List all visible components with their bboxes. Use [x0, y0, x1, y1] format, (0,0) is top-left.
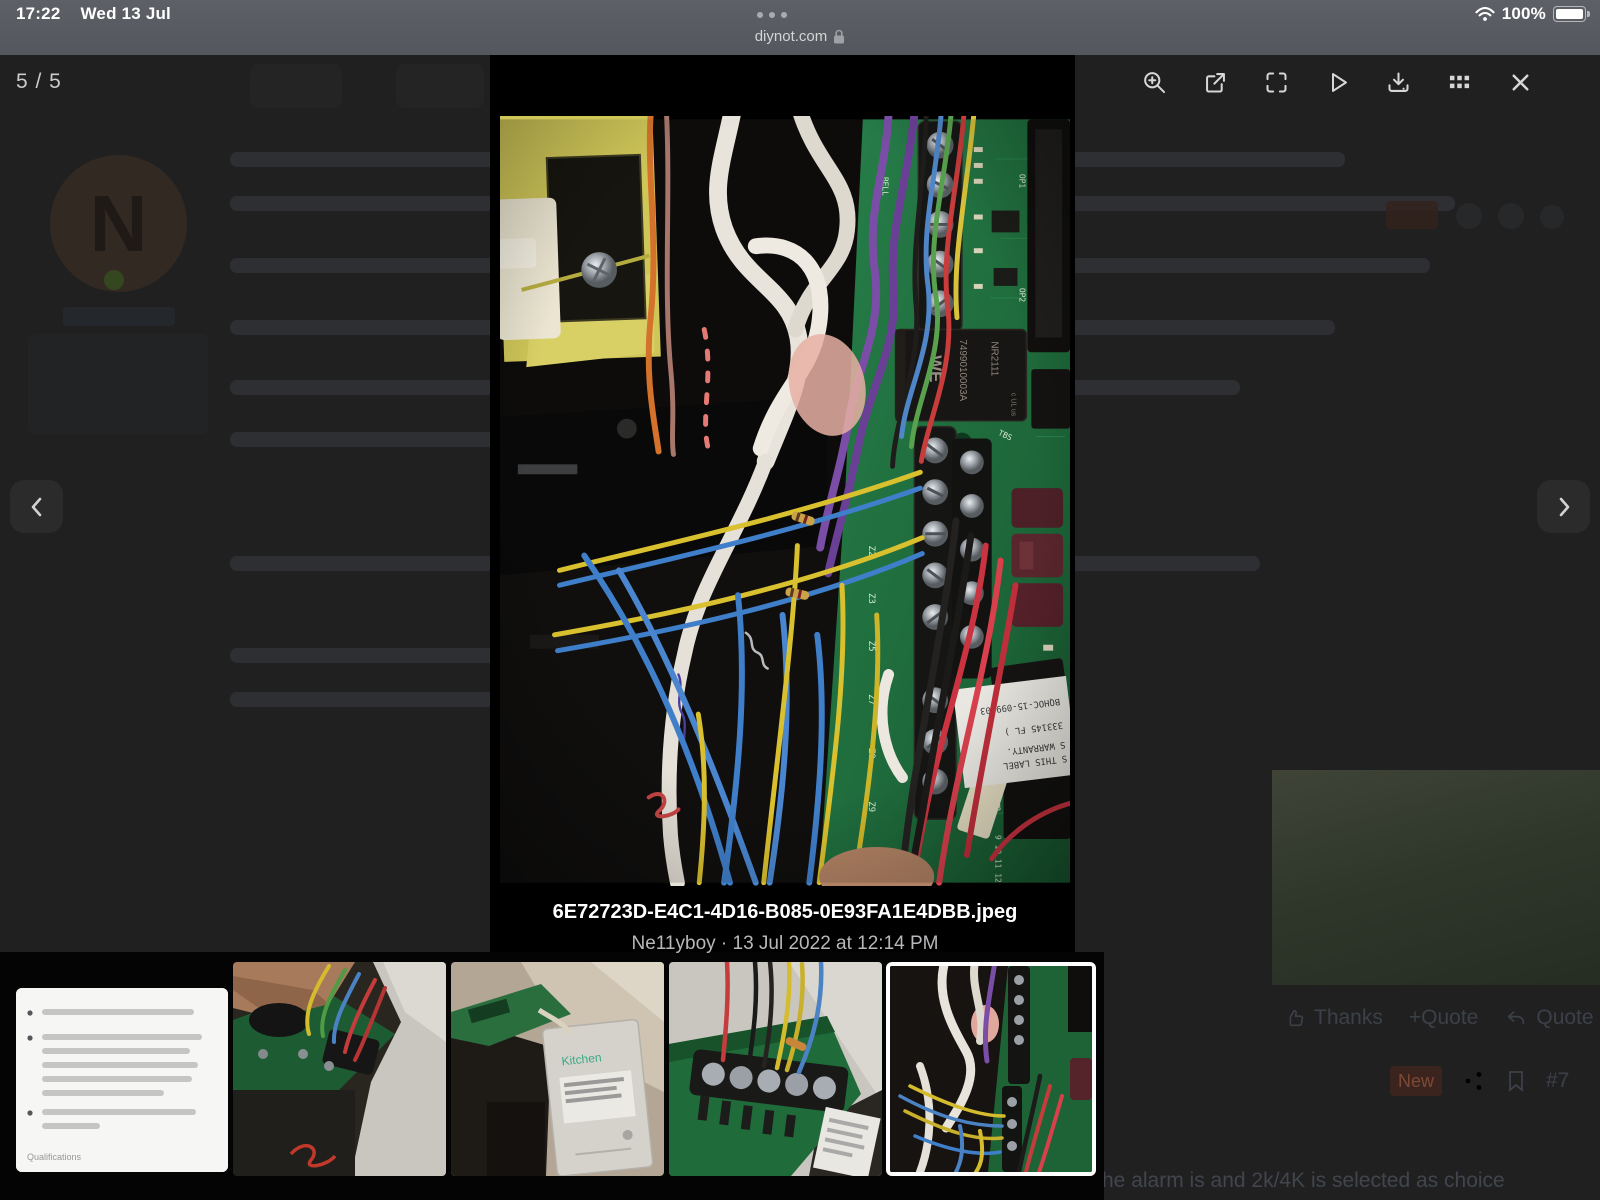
open-in-new-icon[interactable]: [1201, 68, 1229, 96]
chevron-left-icon: [19, 489, 55, 525]
attachment-thumb-dim: [1272, 770, 1600, 985]
plus-quote-button: +Quote: [1409, 1006, 1478, 1030]
avatar-letter: N: [90, 178, 148, 270]
zoom-in-icon[interactable]: [1140, 68, 1168, 96]
thanks-label: Thanks: [1314, 1006, 1383, 1030]
date: Wed 13 Jul: [80, 4, 171, 24]
image-filename: 6E72723D-E4C1-4D16-B085-0E93FA1E4DBB.jpe…: [440, 901, 1130, 924]
bg-nav-blob: [250, 64, 342, 108]
thumbnail-1-document[interactable]: Qualifications: [16, 988, 228, 1172]
new-badge-dim: [1386, 201, 1438, 229]
fullscreen-icon[interactable]: [1262, 68, 1290, 96]
doc-footer-text: Qualifications: [27, 1152, 82, 1162]
next-image-button[interactable]: [1537, 480, 1590, 533]
padlock-icon: [833, 29, 845, 44]
download-icon[interactable]: [1384, 68, 1412, 96]
clock: 17:22: [16, 4, 60, 24]
thanks-button: Thanks: [1284, 1006, 1383, 1030]
prev-image-button[interactable]: [10, 480, 63, 533]
reply-icon: [1504, 1007, 1528, 1029]
domain: diynot.com: [755, 28, 828, 45]
quote-label: Quote: [1536, 1006, 1593, 1030]
post-footer-row: New #7: [1390, 1066, 1569, 1096]
post-number-blob: [1540, 205, 1564, 229]
online-indicator: [104, 270, 124, 290]
member-stats-blob: [28, 334, 208, 434]
battery-icon: [1553, 6, 1586, 22]
username-blob: [63, 307, 175, 326]
post-number: #7: [1546, 1069, 1569, 1093]
image-counter: 5 / 5: [16, 70, 62, 94]
plus-quote-label: +Quote: [1409, 1006, 1478, 1030]
battery-percent: 100%: [1502, 4, 1546, 24]
wifi-icon: [1475, 7, 1495, 22]
post-actions-row: Thanks +Quote Quote: [1284, 1006, 1594, 1030]
lightbox-photo-alarm-panel[interactable]: NO1 C1 NC1 NO2 C2 NC2 OP3 O OP1 OP2 BELL…: [500, 116, 1070, 886]
image-author-date: Ne11yboy · 13 Jul 2022 at 12:14 PM: [440, 933, 1130, 955]
ios-status-bar: 17:22 Wed 13 Jul diynot.com 100%: [0, 0, 1600, 55]
bookmark-icon: [1506, 1069, 1526, 1093]
quote-button: Quote: [1504, 1006, 1593, 1030]
thumbnail-2-pcb-wires[interactable]: [233, 962, 446, 1176]
post-text-fragment: he alarm is and 2k/4K is selected as cho…: [1102, 1169, 1505, 1193]
address-bar[interactable]: diynot.com: [0, 28, 1600, 45]
thumbnail-4-terminal-block[interactable]: [669, 962, 882, 1176]
thumbnail-3-kitchen-unit[interactable]: Kitchen: [451, 962, 664, 1176]
slideshow-play-icon[interactable]: [1323, 68, 1351, 96]
thumbnail-5-current-image[interactable]: [886, 962, 1096, 1176]
tab-switcher-dots[interactable]: [757, 12, 787, 18]
vignette: [500, 119, 1070, 882]
close-icon[interactable]: [1506, 68, 1534, 96]
bookmark-icon: [1498, 203, 1524, 229]
screen: N Thanks +Quote Quote: [0, 0, 1600, 1200]
gallery-grid-icon[interactable]: [1445, 68, 1473, 96]
chevron-right-icon: [1546, 489, 1582, 525]
share-icon: [1456, 203, 1482, 229]
new-badge: New: [1390, 1066, 1442, 1096]
lightbox-toolbar: [1140, 68, 1534, 96]
bg-nav-blob: [396, 64, 484, 108]
share-icon: [1462, 1069, 1486, 1093]
thumbs-up-icon: [1284, 1007, 1306, 1029]
